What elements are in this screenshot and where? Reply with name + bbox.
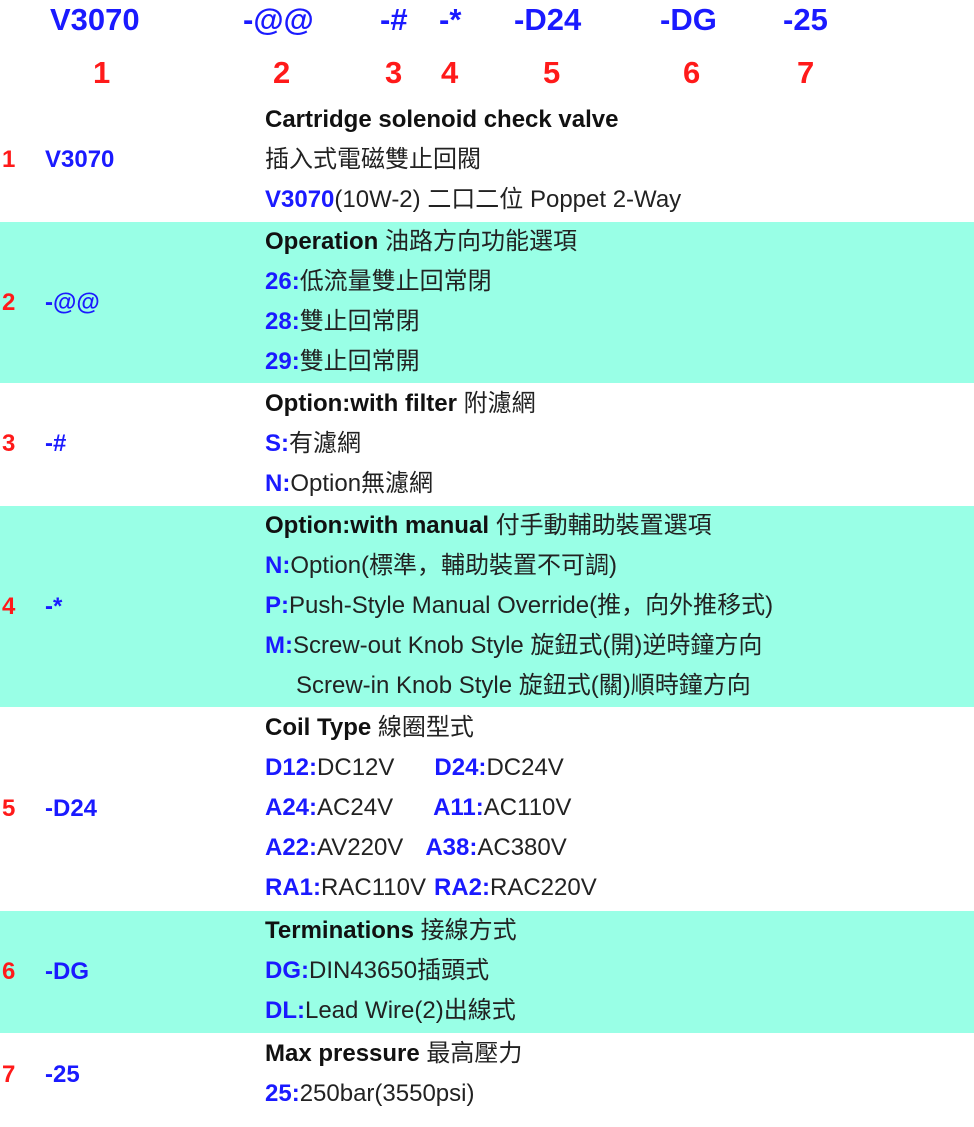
header-number-6: 6 xyxy=(683,55,701,90)
option-key: DG: xyxy=(265,957,309,984)
option-key: N: xyxy=(265,470,291,497)
row-title-zh: 附濾網 xyxy=(456,390,536,417)
table-row: 2 -@@ Operation 油路方向功能選項 26:低流量雙止回常閉 28:… xyxy=(0,222,974,383)
option-text: Option(標準，輔助裝置不可調) xyxy=(290,552,618,579)
option-key: D12: xyxy=(265,754,318,781)
row-number: 5 xyxy=(2,795,16,822)
row-number: 7 xyxy=(2,1061,16,1088)
header-code-4: -* xyxy=(439,2,462,37)
row-number: 2 xyxy=(2,289,16,316)
option-key: A11: xyxy=(433,794,484,821)
row-title-zh: 付手動輔助裝置選項 xyxy=(488,512,712,539)
option-key: S: xyxy=(265,430,289,457)
row-details: Max pressure 最高壓力 25:250bar(3550psi) xyxy=(265,1034,522,1114)
row-details: Operation 油路方向功能選項 26:低流量雙止回常閉 28:雙止回常閉 … xyxy=(265,222,577,382)
option-key: RA2: xyxy=(433,874,490,901)
header-number-2: 2 xyxy=(273,55,291,90)
row-title-zh: 油路方向功能選項 xyxy=(378,228,578,255)
option-key: D24: xyxy=(434,754,487,781)
option-key: RA1: xyxy=(265,874,322,901)
table-row: 3 -# Option:with filter 附濾網 S:有濾網 N:Opti… xyxy=(0,384,974,504)
row-details: Cartridge solenoid check valve 插入式電磁雙止回閥… xyxy=(265,100,681,220)
row-code: -D24 xyxy=(45,795,98,822)
row-number: 6 xyxy=(2,958,16,985)
option-text: 250bar(3550psi) xyxy=(299,1080,475,1107)
row-code: -# xyxy=(45,430,67,457)
option-text: AC110V xyxy=(483,794,572,821)
option-text: Lead Wire(2)出線式 xyxy=(304,997,516,1024)
option-key: 25: xyxy=(265,1080,300,1107)
header-code-1: V3070 xyxy=(50,2,140,37)
row-number: 1 xyxy=(2,146,16,173)
option-text: Screw-in Knob Style 旋鈕式(關)順時鐘方向 xyxy=(296,672,751,699)
option-text: RAC220V xyxy=(489,874,597,901)
option-text: AC24V xyxy=(317,794,394,821)
option-key: V3070 xyxy=(265,186,335,213)
row-code: -DG xyxy=(45,958,89,985)
row-title: Option:with manual xyxy=(265,512,489,539)
header-code-6: -DG xyxy=(660,2,717,37)
row-title: Terminations xyxy=(265,917,414,944)
row-title: Coil Type xyxy=(265,714,372,741)
option-key: P: xyxy=(265,592,289,619)
option-key: DL: xyxy=(265,997,305,1024)
header-number-4: 4 xyxy=(441,55,459,90)
option-text: 雙止回常開 xyxy=(299,348,420,375)
row-title-zh: 最高壓力 xyxy=(419,1040,523,1067)
option-key: A22: xyxy=(265,834,318,861)
row-details: Option:with manual 付手動輔助裝置選項 N:Option(標準… xyxy=(265,506,773,706)
table-row: 1 V3070 Cartridge solenoid check valve 插… xyxy=(0,100,974,220)
header-number-5: 5 xyxy=(543,55,561,90)
option-text: AC380V xyxy=(477,834,567,861)
row-title-zh: 插入式電磁雙止回閥 xyxy=(265,146,481,173)
header-code-5: -D24 xyxy=(514,2,582,37)
option-text: RAC110V xyxy=(321,874,426,901)
table-row: 5 -D24 Coil Type 線圈型式 D12:DC12V D24:DC24V… xyxy=(0,708,974,909)
header-number-3: 3 xyxy=(385,55,403,90)
option-text: Screw-out Knob Style 旋鈕式(開)逆時鐘方向 xyxy=(292,632,763,659)
row-code: -* xyxy=(45,593,63,620)
row-code: -@@ xyxy=(45,289,100,316)
header-number-7: 7 xyxy=(797,55,815,90)
option-text: DIN43650插頭式 xyxy=(309,957,490,984)
table-row: 4 -* Option:with manual 付手動輔助裝置選項 N:Opti… xyxy=(0,506,974,707)
row-title-zh: 接線方式 xyxy=(413,917,517,944)
header-code-7: -25 xyxy=(783,2,828,37)
row-details: Option:with filter 附濾網 S:有濾網 N:Option無濾網 xyxy=(265,384,536,504)
option-key: A24: xyxy=(265,794,318,821)
option-key: N: xyxy=(265,552,291,579)
option-key: M: xyxy=(265,632,293,659)
row-code: -25 xyxy=(45,1061,80,1088)
header-code-2: -@@ xyxy=(243,2,314,37)
option-text: 有濾網 xyxy=(289,430,361,457)
table-row: 7 -25 Max pressure 最高壓力 25:250bar(3550ps… xyxy=(0,1034,974,1118)
header-code-3: -# xyxy=(380,2,408,37)
option-text: DC12V xyxy=(317,754,395,781)
header-number-1: 1 xyxy=(93,55,111,90)
row-title: Max pressure xyxy=(265,1040,420,1067)
table-row: 6 -DG Terminations 接線方式 DG:DIN43650插頭式 D… xyxy=(0,911,974,1033)
option-text: Push-Style Manual Override(推，向外推移式) xyxy=(289,592,774,619)
option-text: Option無濾網 xyxy=(290,470,434,497)
row-title: Option:with filter xyxy=(265,390,457,417)
option-text: 雙止回常閉 xyxy=(299,308,420,335)
option-key: 29: xyxy=(265,348,300,375)
row-number: 3 xyxy=(2,430,16,457)
row-details: Terminations 接線方式 DG:DIN43650插頭式 DL:Lead… xyxy=(265,911,517,1031)
option-key: A38: xyxy=(425,834,478,861)
row-title-zh: 線圈型式 xyxy=(371,714,474,741)
row-code: V3070 xyxy=(45,146,115,173)
option-key: 26: xyxy=(265,268,300,295)
row-details: Coil Type 線圈型式 D12:DC12V D24:DC24V A24:AC… xyxy=(265,708,597,908)
row-title: Cartridge solenoid check valve xyxy=(265,106,619,133)
row-number: 4 xyxy=(2,593,16,620)
option-text: (10W-2) 二口二位 Poppet 2-Way xyxy=(334,186,682,213)
row-title: Operation xyxy=(265,228,379,255)
option-text: AV220V xyxy=(317,834,404,861)
option-text: 低流量雙止回常閉 xyxy=(299,268,492,295)
option-text: DC24V xyxy=(486,754,564,781)
option-key: 28: xyxy=(265,308,300,335)
